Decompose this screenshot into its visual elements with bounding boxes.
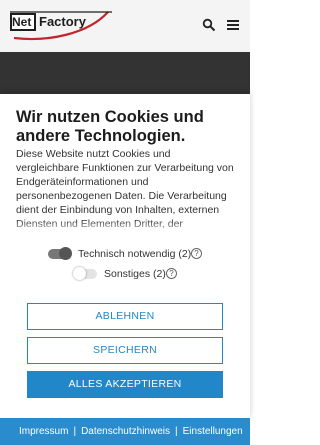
footer-bar: Impressum | Datenschutzhinweis | Einstellung… — [0, 418, 250, 445]
help-icon[interactable]: ? — [166, 268, 177, 279]
toggle-knob — [73, 267, 86, 280]
toggle-knob — [59, 247, 72, 260]
site-header: Net Factory — [0, 0, 250, 52]
option-label-technisch-notwendig: Technisch notwendig (2) — [78, 248, 192, 260]
cookie-consent-dialog: Wir nutzen Cookies und andere Technologi… — [0, 94, 250, 418]
footer-link-einstellungen[interactable]: Einstellungen — [183, 426, 243, 437]
toggle-sonstiges[interactable] — [73, 267, 97, 280]
option-sonstiges: Sonstiges (2) ? — [0, 266, 250, 282]
toggle-technisch-notwendig[interactable] — [48, 247, 72, 260]
cookie-dialog-text[interactable]: Diese Website nutzt Cookies und vergleic… — [16, 147, 234, 231]
menu-icon — [227, 20, 239, 30]
menu-button[interactable] — [226, 18, 240, 32]
option-label-sonstiges: Sonstiges (2) — [104, 268, 166, 280]
hero-banner — [0, 52, 250, 94]
netfactory-logo[interactable]: Net Factory — [8, 8, 112, 42]
logo-text-factory: Factory — [39, 14, 86, 29]
option-technisch-notwendig: Technisch notwendig (2) ? — [0, 246, 250, 262]
text-fade-overlay — [0, 220, 250, 236]
reject-button[interactable]: ABLEHNEN — [27, 303, 223, 330]
footer-link-datenschutzhinweis[interactable]: Datenschutzhinweis — [81, 426, 170, 437]
logo-text-net: Net — [12, 15, 32, 29]
cookie-dialog-title: Wir nutzen Cookies und andere Technologi… — [16, 108, 204, 145]
footer-separator: | — [175, 426, 178, 437]
search-icon — [202, 18, 216, 32]
search-button[interactable] — [202, 18, 216, 32]
help-icon[interactable]: ? — [191, 248, 202, 259]
accept-all-button[interactable]: ALLES AKZEPTIEREN — [27, 371, 223, 398]
save-button[interactable]: SPEICHERN — [27, 337, 223, 364]
footer-separator: | — [73, 426, 77, 437]
footer-link-impressum[interactable]: Impressum — [19, 426, 68, 437]
